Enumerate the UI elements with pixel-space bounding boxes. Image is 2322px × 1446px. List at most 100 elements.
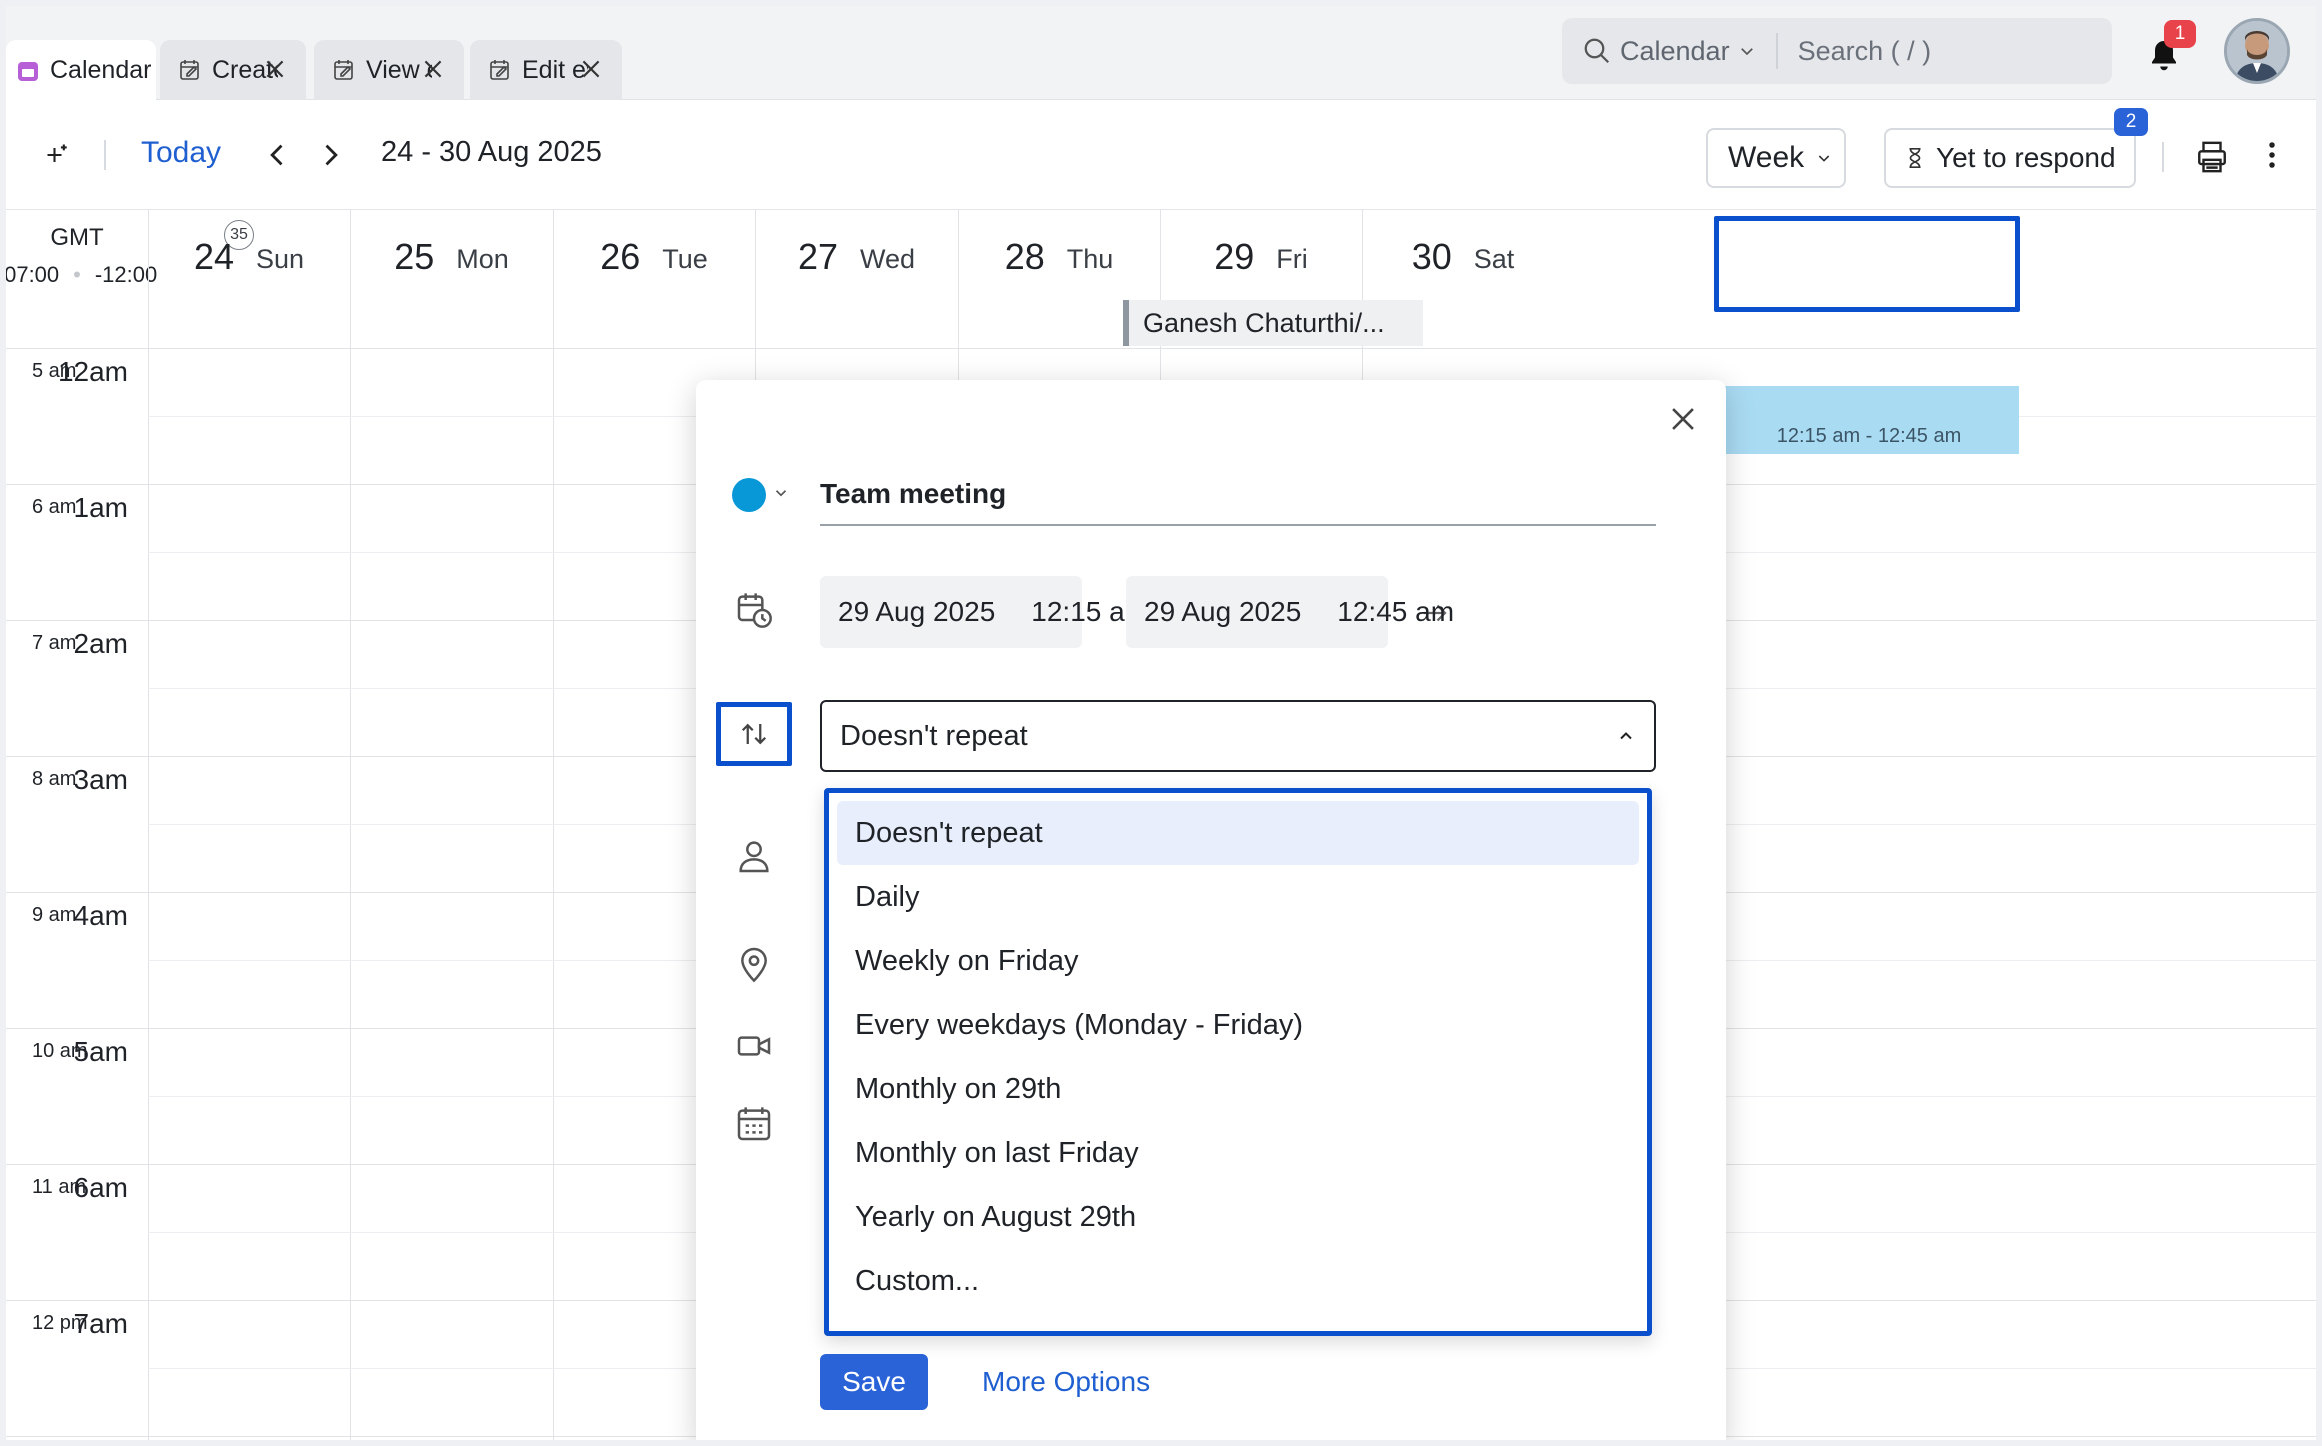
hour-label-secondary: 6am xyxy=(73,1172,128,1203)
hour-label-secondary: 12am xyxy=(57,356,128,387)
close-icon[interactable] xyxy=(1666,402,1700,436)
chevron-up-icon xyxy=(1620,732,1632,740)
event-title-input[interactable]: Team meeting xyxy=(820,464,1656,526)
day-name: Sun xyxy=(256,244,305,274)
repeat-option-custom[interactable]: Custom... xyxy=(837,1249,1639,1313)
repeat-option-doesnt-repeat[interactable]: Doesn't repeat xyxy=(837,801,1639,865)
day-header-tue[interactable]: 26 Tue xyxy=(553,210,755,348)
tab-edit-event[interactable]: Edit ever xyxy=(470,40,622,100)
hour-label-primary: 7 am xyxy=(32,632,77,654)
timezone-header: GMT -07:00 • -12:00 xyxy=(6,210,157,288)
day-number: 25 xyxy=(394,236,435,277)
end-time-input[interactable]: 12:45 am xyxy=(1319,596,1472,628)
tab-view-event[interactable]: View eve xyxy=(314,40,464,100)
repeat-icon xyxy=(741,723,767,745)
grid-col-line xyxy=(148,210,149,1440)
repeat-option-weekly[interactable]: Weekly on Friday xyxy=(837,929,1639,993)
start-datetime-field[interactable]: 29 Aug 2025 12:15 am xyxy=(820,576,1148,648)
hour-label-row: 10 am 5am xyxy=(6,1028,148,1164)
view-selector-dropdown[interactable]: Week xyxy=(1706,128,1846,188)
hour-label-row: 12 pm 7am xyxy=(6,1300,148,1436)
printer-icon[interactable] xyxy=(2194,140,2230,174)
tab-calendar[interactable]: Calendar xyxy=(6,40,156,101)
hour-label-row: 5 am 12am xyxy=(6,348,148,484)
chevron-down-icon xyxy=(1740,48,1753,56)
calendar-grid-icon xyxy=(737,1107,771,1141)
day-number: 26 xyxy=(600,236,641,277)
yet-to-respond-count-badge: 2 xyxy=(2114,108,2148,136)
day-number: 27 xyxy=(797,236,838,277)
chevron-down-icon[interactable] xyxy=(772,484,790,502)
day-header-sun[interactable]: 24 Sun xyxy=(148,210,350,348)
search-scope-label: Calendar xyxy=(1620,35,1730,66)
calendar-event-block[interactable]: 12:15 am - 12:45 am xyxy=(1719,386,2019,454)
hour-label-secondary: 2am xyxy=(73,628,128,659)
event-time-label: 12:15 am - 12:45 am xyxy=(1776,425,1962,447)
repeat-option-monthly-date[interactable]: Monthly on 29th xyxy=(837,1057,1639,1121)
calendar-toolbar: Today 24 - 30 Aug 2025 Week Yet to respo… xyxy=(6,100,2316,210)
grid-col-line xyxy=(350,210,351,1440)
calendar-edit-icon xyxy=(334,60,353,80)
grid-row-line xyxy=(6,348,2316,349)
save-button[interactable]: Save xyxy=(820,1354,928,1410)
repeat-option-daily[interactable]: Daily xyxy=(837,865,1639,929)
timezone-primary: -07:00 xyxy=(6,262,60,287)
avatar[interactable] xyxy=(2224,18,2290,84)
more-vertical-icon[interactable] xyxy=(2264,140,2280,170)
date-range-label: 24 - 30 Aug 2025 xyxy=(381,136,602,168)
sparkle-add-icon[interactable] xyxy=(44,140,72,170)
hour-label-row: 7 am 2am xyxy=(6,620,148,756)
repeat-option-monthly-weekday[interactable]: Monthly on last Friday xyxy=(837,1121,1639,1185)
hour-label-secondary: 4am xyxy=(73,900,128,931)
chevron-left-icon[interactable] xyxy=(264,140,292,170)
repeat-dropdown[interactable]: Doesn't repeat xyxy=(820,700,1656,772)
hour-label-secondary: 5am xyxy=(73,1036,128,1067)
day-name: Wed xyxy=(860,244,916,274)
person-icon xyxy=(739,841,769,873)
close-icon[interactable] xyxy=(420,56,446,82)
hourglass-icon xyxy=(1909,148,1921,168)
event-color-picker[interactable] xyxy=(732,478,766,512)
divider xyxy=(104,140,106,170)
day-number: 28 xyxy=(1004,236,1045,277)
start-date-input[interactable]: 29 Aug 2025 xyxy=(820,596,1013,628)
search-bar[interactable]: Calendar Search ( / ) xyxy=(1562,18,2112,84)
selected-day-highlight xyxy=(1714,216,2020,312)
repeat-options-menu: Doesn't repeat Daily Weekly on Friday Ev… xyxy=(824,788,1652,1336)
yet-to-respond-button[interactable]: Yet to respond xyxy=(1884,128,2136,188)
hour-label-row: 6 am 1am xyxy=(6,484,148,620)
search-input[interactable]: Search ( / ) xyxy=(1778,36,1932,67)
hour-label-secondary: 7am xyxy=(73,1308,128,1339)
end-date-input[interactable]: 29 Aug 2025 xyxy=(1126,596,1319,628)
chevron-down-icon xyxy=(1818,155,1830,162)
end-datetime-field[interactable]: 29 Aug 2025 12:45 am xyxy=(1126,576,1454,648)
day-name: Mon xyxy=(456,244,509,274)
repeat-option-yearly[interactable]: Yearly on August 29th xyxy=(837,1185,1639,1249)
search-icon xyxy=(1584,38,1610,64)
repeat-option-weekdays[interactable]: Every weekdays (Monday - Friday) xyxy=(837,993,1639,1057)
today-button[interactable]: Today xyxy=(141,136,221,170)
hour-label-primary: 8 am xyxy=(32,768,77,790)
search-scope-dropdown[interactable]: Calendar xyxy=(1562,33,1778,69)
day-number: 24 xyxy=(193,236,234,277)
repeat-dropdown-value: Doesn't repeat xyxy=(840,719,1028,752)
day-header-mon[interactable]: 25 Mon xyxy=(350,210,553,348)
calendar-app-window: Calendar Create E View eve Edit ever Cal… xyxy=(6,6,2316,1440)
timezone-label: GMT xyxy=(50,224,104,251)
notification-count-badge: 1 xyxy=(2164,20,2196,48)
more-options-link[interactable]: More Options xyxy=(982,1366,1150,1398)
all-day-event[interactable]: Ganesh Chaturthi/... xyxy=(1123,300,1423,346)
hour-label-primary: 9 am xyxy=(32,904,77,926)
location-pin-icon xyxy=(741,947,767,983)
calendar-edit-icon xyxy=(490,60,509,80)
user-portrait-icon xyxy=(2227,21,2287,81)
close-icon[interactable] xyxy=(262,56,288,82)
close-icon[interactable] xyxy=(578,56,604,82)
tab-create-event[interactable]: Create E xyxy=(160,40,306,100)
tab-label: Calendar xyxy=(50,56,152,84)
chevron-right-icon[interactable] xyxy=(316,140,344,170)
day-header-wed[interactable]: 27 Wed xyxy=(755,210,958,348)
hour-label-row: 8 am 3am xyxy=(6,756,148,892)
grid-col-line xyxy=(553,210,554,1440)
hour-label-primary: 6 am xyxy=(32,496,77,518)
